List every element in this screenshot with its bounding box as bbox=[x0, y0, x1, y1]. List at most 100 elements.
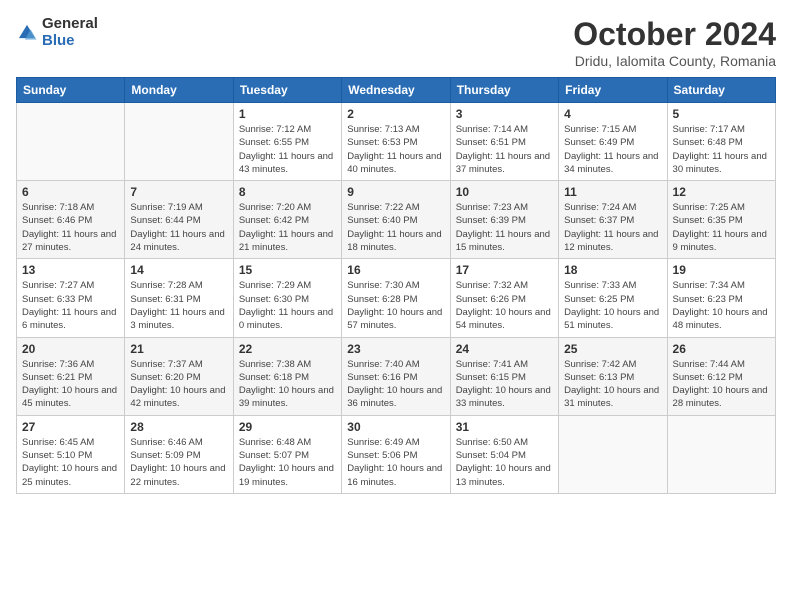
day-number: 30 bbox=[347, 420, 444, 434]
calendar-cell: 11 Sunrise: 7:24 AMSunset: 6:37 PMDayligh… bbox=[559, 181, 667, 259]
day-number: 8 bbox=[239, 185, 336, 199]
day-detail: Sunrise: 7:20 AMSunset: 6:42 PMDaylight:… bbox=[239, 201, 336, 254]
page-header: General Blue October 2024 Dridu, Ialomit… bbox=[16, 16, 776, 69]
calendar-cell: 4 Sunrise: 7:15 AMSunset: 6:49 PMDaylight… bbox=[559, 103, 667, 181]
day-number: 12 bbox=[673, 185, 770, 199]
day-header-wednesday: Wednesday bbox=[342, 78, 450, 103]
day-header-monday: Monday bbox=[125, 78, 233, 103]
day-detail: Sunrise: 7:33 AMSunset: 6:25 PMDaylight:… bbox=[564, 279, 661, 332]
logo: General Blue bbox=[16, 16, 98, 49]
day-detail: Sunrise: 7:30 AMSunset: 6:28 PMDaylight:… bbox=[347, 279, 444, 332]
day-number: 4 bbox=[564, 107, 661, 121]
calendar-cell: 6 Sunrise: 7:18 AMSunset: 6:46 PMDaylight… bbox=[17, 181, 125, 259]
day-header-saturday: Saturday bbox=[667, 78, 775, 103]
calendar-cell: 17Sunrise: 7:32 AMSunset: 6:26 PMDayligh… bbox=[450, 259, 558, 337]
calendar-cell: 13 Sunrise: 7:27 AMSunset: 6:33 PMDayligh… bbox=[17, 259, 125, 337]
day-detail: Sunrise: 6:46 AMSunset: 5:09 PMDaylight:… bbox=[130, 436, 227, 489]
day-number: 17 bbox=[456, 263, 553, 277]
day-number: 16 bbox=[347, 263, 444, 277]
calendar-cell bbox=[17, 103, 125, 181]
calendar-cell: 29Sunrise: 6:48 AMSunset: 5:07 PMDayligh… bbox=[233, 415, 341, 493]
day-detail: Sunrise: 6:50 AMSunset: 5:04 PMDaylight:… bbox=[456, 436, 553, 489]
day-number: 26 bbox=[673, 342, 770, 356]
calendar-week-5: 27Sunrise: 6:45 AMSunset: 5:10 PMDayligh… bbox=[17, 415, 776, 493]
day-number: 10 bbox=[456, 185, 553, 199]
day-detail: Sunrise: 7:15 AMSunset: 6:49 PMDaylight:… bbox=[564, 123, 661, 176]
logo-general-text: General bbox=[42, 16, 98, 33]
day-number: 6 bbox=[22, 185, 119, 199]
day-number: 7 bbox=[130, 185, 227, 199]
day-detail: Sunrise: 7:17 AMSunset: 6:48 PMDaylight:… bbox=[673, 123, 770, 176]
calendar-cell: 22Sunrise: 7:38 AMSunset: 6:18 PMDayligh… bbox=[233, 337, 341, 415]
day-number: 28 bbox=[130, 420, 227, 434]
day-number: 14 bbox=[130, 263, 227, 277]
calendar-cell bbox=[559, 415, 667, 493]
title-block: October 2024 Dridu, Ialomita County, Rom… bbox=[573, 16, 776, 69]
day-detail: Sunrise: 7:18 AMSunset: 6:46 PMDaylight:… bbox=[22, 201, 119, 254]
day-detail: Sunrise: 7:12 AMSunset: 6:55 PMDaylight:… bbox=[239, 123, 336, 176]
calendar-cell: 28 Sunrise: 6:46 AMSunset: 5:09 PMDayligh… bbox=[125, 415, 233, 493]
calendar-week-3: 13 Sunrise: 7:27 AMSunset: 6:33 PMDayligh… bbox=[17, 259, 776, 337]
day-detail: Sunrise: 7:44 AMSunset: 6:12 PMDaylight:… bbox=[673, 358, 770, 411]
day-number: 25 bbox=[564, 342, 661, 356]
calendar-cell: 16 Sunrise: 7:30 AMSunset: 6:28 PMDayligh… bbox=[342, 259, 450, 337]
day-detail: Sunrise: 7:24 AMSunset: 6:37 PMDaylight:… bbox=[564, 201, 661, 254]
day-number: 24 bbox=[456, 342, 553, 356]
calendar-cell: 5Sunrise: 7:17 AMSunset: 6:48 PMDaylight… bbox=[667, 103, 775, 181]
calendar-cell: 10 Sunrise: 7:23 AMSunset: 6:39 PMDayligh… bbox=[450, 181, 558, 259]
calendar-cell: 30Sunrise: 6:49 AMSunset: 5:06 PMDayligh… bbox=[342, 415, 450, 493]
calendar-cell bbox=[667, 415, 775, 493]
calendar-cell bbox=[125, 103, 233, 181]
day-number: 2 bbox=[347, 107, 444, 121]
location: Dridu, Ialomita County, Romania bbox=[573, 53, 776, 69]
logo-blue-text: Blue bbox=[42, 33, 98, 50]
day-number: 15 bbox=[239, 263, 336, 277]
day-detail: Sunrise: 7:34 AMSunset: 6:23 PMDaylight:… bbox=[673, 279, 770, 332]
day-detail: Sunrise: 7:37 AMSunset: 6:20 PMDaylight:… bbox=[130, 358, 227, 411]
day-number: 29 bbox=[239, 420, 336, 434]
day-detail: Sunrise: 7:27 AMSunset: 6:33 PMDaylight:… bbox=[22, 279, 119, 332]
calendar-cell: 1 Sunrise: 7:12 AMSunset: 6:55 PMDaylight… bbox=[233, 103, 341, 181]
calendar-cell: 26 Sunrise: 7:44 AMSunset: 6:12 PMDayligh… bbox=[667, 337, 775, 415]
day-header-friday: Friday bbox=[559, 78, 667, 103]
calendar-cell: 18 Sunrise: 7:33 AMSunset: 6:25 PMDayligh… bbox=[559, 259, 667, 337]
day-header-thursday: Thursday bbox=[450, 78, 558, 103]
calendar-table: SundayMondayTuesdayWednesdayThursdayFrid… bbox=[16, 77, 776, 494]
calendar-week-4: 20Sunrise: 7:36 AMSunset: 6:21 PMDayligh… bbox=[17, 337, 776, 415]
day-detail: Sunrise: 7:29 AMSunset: 6:30 PMDaylight:… bbox=[239, 279, 336, 332]
day-number: 21 bbox=[130, 342, 227, 356]
calendar-cell: 19 Sunrise: 7:34 AMSunset: 6:23 PMDayligh… bbox=[667, 259, 775, 337]
day-number: 13 bbox=[22, 263, 119, 277]
calendar-cell: 2 Sunrise: 7:13 AMSunset: 6:53 PMDaylight… bbox=[342, 103, 450, 181]
day-number: 1 bbox=[239, 107, 336, 121]
calendar-cell: 24 Sunrise: 7:41 AMSunset: 6:15 PMDayligh… bbox=[450, 337, 558, 415]
calendar-week-2: 6 Sunrise: 7:18 AMSunset: 6:46 PMDaylight… bbox=[17, 181, 776, 259]
calendar-cell: 12 Sunrise: 7:25 AMSunset: 6:35 PMDayligh… bbox=[667, 181, 775, 259]
calendar-cell: 7 Sunrise: 7:19 AMSunset: 6:44 PMDaylight… bbox=[125, 181, 233, 259]
day-detail: Sunrise: 7:38 AMSunset: 6:18 PMDaylight:… bbox=[239, 358, 336, 411]
day-header-tuesday: Tuesday bbox=[233, 78, 341, 103]
day-detail: Sunrise: 7:13 AMSunset: 6:53 PMDaylight:… bbox=[347, 123, 444, 176]
calendar-week-1: 1 Sunrise: 7:12 AMSunset: 6:55 PMDaylight… bbox=[17, 103, 776, 181]
calendar-cell: 23Sunrise: 7:40 AMSunset: 6:16 PMDayligh… bbox=[342, 337, 450, 415]
day-detail: Sunrise: 7:42 AMSunset: 6:13 PMDaylight:… bbox=[564, 358, 661, 411]
day-number: 9 bbox=[347, 185, 444, 199]
calendar-body: 1 Sunrise: 7:12 AMSunset: 6:55 PMDaylight… bbox=[17, 103, 776, 494]
day-detail: Sunrise: 7:41 AMSunset: 6:15 PMDaylight:… bbox=[456, 358, 553, 411]
day-detail: Sunrise: 7:25 AMSunset: 6:35 PMDaylight:… bbox=[673, 201, 770, 254]
calendar-cell: 15 Sunrise: 7:29 AMSunset: 6:30 PMDayligh… bbox=[233, 259, 341, 337]
day-detail: Sunrise: 7:23 AMSunset: 6:39 PMDaylight:… bbox=[456, 201, 553, 254]
calendar-cell: 8 Sunrise: 7:20 AMSunset: 6:42 PMDaylight… bbox=[233, 181, 341, 259]
day-number: 20 bbox=[22, 342, 119, 356]
day-number: 18 bbox=[564, 263, 661, 277]
day-number: 19 bbox=[673, 263, 770, 277]
calendar-header: SundayMondayTuesdayWednesdayThursdayFrid… bbox=[17, 78, 776, 103]
day-number: 27 bbox=[22, 420, 119, 434]
day-number: 11 bbox=[564, 185, 661, 199]
calendar-cell: 9 Sunrise: 7:22 AMSunset: 6:40 PMDaylight… bbox=[342, 181, 450, 259]
calendar-cell: 20Sunrise: 7:36 AMSunset: 6:21 PMDayligh… bbox=[17, 337, 125, 415]
day-detail: Sunrise: 7:22 AMSunset: 6:40 PMDaylight:… bbox=[347, 201, 444, 254]
day-number: 23 bbox=[347, 342, 444, 356]
day-detail: Sunrise: 7:19 AMSunset: 6:44 PMDaylight:… bbox=[130, 201, 227, 254]
logo-icon bbox=[16, 22, 38, 44]
